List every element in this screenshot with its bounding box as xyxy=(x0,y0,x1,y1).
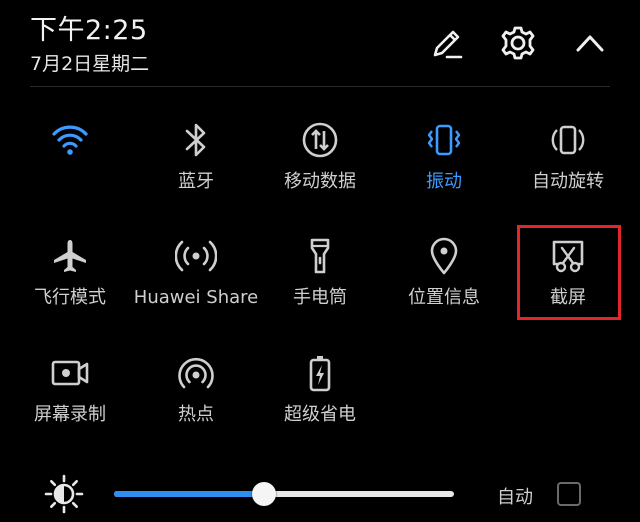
airplane-icon xyxy=(48,234,92,278)
toggle-screen-record[interactable]: 屏幕录制 xyxy=(8,351,132,451)
toggle-mobile-data[interactable]: 移动数据 xyxy=(258,118,382,218)
toggle-wifi[interactable] xyxy=(8,118,132,218)
auto-rotate-icon xyxy=(546,118,590,162)
toggle-airplane[interactable]: 飞行模式 xyxy=(8,234,132,334)
status-date: 7月2日星期二 xyxy=(30,53,150,75)
battery-saver-icon xyxy=(298,351,342,395)
auto-brightness-label: 自动 xyxy=(497,487,533,508)
gear-icon xyxy=(501,26,535,60)
pencil-edit-icon xyxy=(433,30,463,59)
screenshot-highlight-box xyxy=(517,225,621,320)
screen-record-icon xyxy=(48,351,92,395)
hotspot-icon xyxy=(174,351,218,395)
toggle-label: 热点 xyxy=(178,404,214,425)
toggle-huawei-share[interactable]: Huawei Share xyxy=(134,234,258,334)
brightness-slider-fill xyxy=(114,491,264,497)
toggle-power-saver[interactable]: 超级省电 xyxy=(258,351,382,451)
header-divider xyxy=(30,86,610,87)
status-time: 下午2:25 xyxy=(30,15,148,46)
toggle-label: 自动旋转 xyxy=(532,171,604,192)
wifi-icon xyxy=(48,118,92,162)
flashlight-icon xyxy=(298,234,342,278)
toggle-label: 振动 xyxy=(426,171,462,192)
mobile-data-icon xyxy=(298,118,342,162)
toggle-label: Huawei Share xyxy=(133,287,259,308)
brightness-slider-thumb[interactable] xyxy=(251,482,276,506)
toggle-flashlight[interactable]: 手电筒 xyxy=(258,234,382,334)
brightness-icon xyxy=(44,474,84,514)
toggle-bluetooth[interactable]: 蓝牙 xyxy=(134,118,258,218)
toggle-label: 位置信息 xyxy=(408,287,480,308)
location-pin-icon xyxy=(422,234,466,278)
bluetooth-icon xyxy=(174,118,218,162)
chevron-up-icon xyxy=(576,35,604,52)
toggle-label: 飞行模式 xyxy=(34,287,106,308)
vibrate-icon xyxy=(422,118,466,162)
toggle-vibrate[interactable]: 振动 xyxy=(382,118,506,218)
huawei-share-icon xyxy=(174,234,218,278)
toggle-label: 移动数据 xyxy=(284,171,356,192)
toggle-label: 手电筒 xyxy=(293,287,347,308)
toggle-label: 屏幕录制 xyxy=(34,404,106,425)
toggle-label: 蓝牙 xyxy=(178,171,214,192)
toggle-auto-rotate[interactable]: 自动旋转 xyxy=(506,118,630,218)
brightness-slider[interactable] xyxy=(114,482,454,506)
toggle-label: 超级省电 xyxy=(284,404,356,425)
settings-button[interactable] xyxy=(497,22,539,64)
collapse-button[interactable] xyxy=(569,22,611,64)
toggle-location[interactable]: 位置信息 xyxy=(382,234,506,334)
auto-brightness-checkbox[interactable] xyxy=(557,482,581,506)
toggle-hotspot[interactable]: 热点 xyxy=(134,351,258,451)
edit-button[interactable] xyxy=(426,22,468,64)
